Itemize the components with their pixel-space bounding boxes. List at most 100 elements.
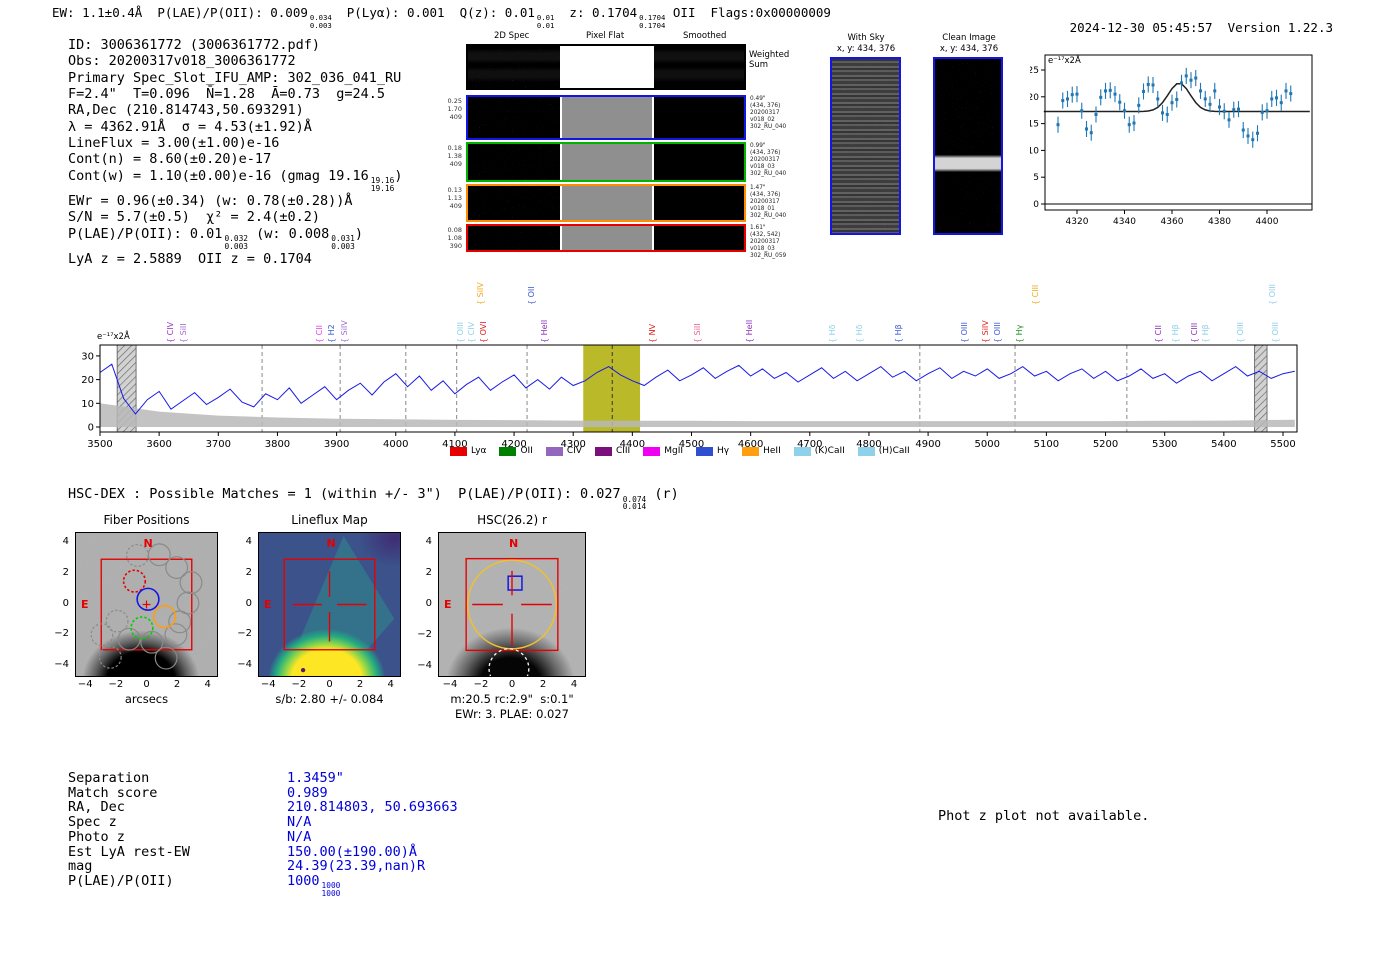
match-table: Separation 1.3459" Match score 0.989 RA, Dec… [68,771,458,898]
stacked-fraction: 0.032 0.003 [224,234,249,251]
data-point [1251,138,1255,142]
stacked-fraction: 0.034 0.003 [309,13,332,30]
legend-swatch [857,446,875,456]
data-point [1142,89,1145,93]
fiber-2d-image [468,144,560,180]
match-table-value: 1000 1000 1000 [287,872,341,899]
info-line: Obs: 20200317v018_3006361772 [68,53,402,69]
fiber-positions-panel: NE [75,532,218,677]
fiber-row-weights: 0.08 1.08 390 [447,226,462,250]
selected-fiber-circle [130,616,154,640]
data-point [1246,134,1250,138]
spec2d-weighted-row [466,44,746,90]
spectrum-line [99,363,1295,415]
stacked-fraction: 0.01 0.01 [536,13,555,30]
fiber-row-meta: 1.61" (432, 542) 20200317 v018_03 302_RU… [750,225,787,259]
fiber-pixelflat-image [562,186,652,220]
match-table-value: 0.989 [287,784,328,801]
fiber-circle [117,627,141,651]
fiber-row-weights: 0.13 1.13 409 [447,186,462,210]
cutout-title: HSC(26.2) r [477,513,547,527]
hsc-cutout-overlay [465,557,559,676]
x-tick-label: 5400 [1211,439,1236,450]
stacked-fraction: 19.16 19.16 [370,176,395,194]
data-point [1094,112,1098,116]
info-line: RA,Dec (210.814743,50.693291) [68,102,402,118]
x-tick-label: 5000 [975,439,1000,450]
fiber-smoothed-image [654,97,744,138]
data-point [1104,89,1107,93]
spec2d-fiber-row [466,95,746,140]
x-tick-label: 4360 [1161,217,1184,227]
stacked-fraction: 0.074 0.014 [622,494,647,512]
cutout-xtick: 0 [508,679,516,690]
cutout-ytick: 2 [425,566,432,578]
x-tick-label: 3700 [206,439,231,450]
legend-swatch [545,446,563,456]
data-point [1241,128,1245,132]
match-table-label: Photo z [68,828,125,845]
elixer-report-page: EW: 1.1±0.4Å P(LAE)/P(OII): 0.009 0.034 0.… [0,0,1400,953]
meta-spacer [1213,20,1228,35]
spec2d-header-pixelflat: Pixel Flat [586,31,625,41]
hsc-dex-line: HSC-DEX : Possible Matches = 1 (within +… [68,486,679,511]
legend-item: OII [499,446,533,456]
x-tick-label: 4400 [1256,217,1279,227]
x-tick-label: 4340 [1113,217,1136,227]
fiber-row-meta: 1.47" (434, 376) 20200317 v018_01 302_RU… [750,185,787,219]
cutout-ytick: 2 [245,566,252,578]
info-line: S/N = 5.7(±0.5) χ² = 2.4(±0.2) [68,209,402,225]
match-table-value: 150.00(±190.00)Å [287,843,418,860]
text-token: ID: 3006361772 (3006361772.pdf) [68,37,320,53]
cutout-ytick: −4 [54,658,69,670]
cutout-xtick: −4 [77,679,93,690]
compass-east: E [444,597,452,611]
spectrum-legend: Lyα OII CIV CIII MgII Hγ HeII (K)CaII (H)CaII [450,446,910,456]
text-token: ) [394,167,403,184]
data-point [1080,109,1084,113]
x-tick-label: 5500 [1270,439,1295,450]
line-fit-chart: 4320 4340 4360 4380 4400 0 5 10 15 20 25 [1030,54,1313,227]
fiber-smoothed-image [654,144,744,180]
data-point [1284,89,1288,93]
cutout-caption: EWr: 3. PLAE: 0.027 [455,707,569,721]
y-tick-label: 5 [1033,173,1039,183]
fiber-pixelflat-image [562,144,652,180]
emission-line-label: { OIII [1268,283,1278,305]
x-tick-label: 3800 [265,439,290,450]
with-sky-coords: x, y: 434, 376 [836,44,896,54]
data-point [1194,76,1198,80]
fiber-row-meta: 0.49" (434, 376) 20200317 v018_02 302_RU… [750,96,787,130]
info-line: F=2.4" T=0.096 N̄=1.28 Ā=0.73 g=24.5 [68,86,402,102]
highlight-band [583,345,641,432]
legend-label: MgII [664,446,684,456]
legend-swatch [742,446,760,456]
x-tick-label: 4380 [1208,217,1231,227]
spec2d-fiber-row [466,184,746,222]
legend-item: CIII [594,446,630,456]
legend-label: OII [520,446,533,456]
hsc-cutout-panel: NE [438,532,586,677]
data-point [1089,131,1093,135]
stacked-fraction: 0.1704 0.1704 [639,13,666,30]
data-point [1270,97,1274,101]
cutout-xtick: −2 [473,679,489,690]
fiber-positions-overlay [90,543,203,670]
y-tick-label: 10 [81,399,94,410]
match-table-label: Est LyA rest-EW [68,843,190,860]
cutout-ytick: 4 [245,536,252,548]
stacked-fraction: 0.031 0.003 [331,234,355,251]
summary-header-line: EW: 1.1±0.4Å P(LAE)/P(OII): 0.009 0.034 0.… [52,5,831,29]
fiber-circle [165,556,189,579]
text-token: Obs: 20200317v018_3006361772 [68,53,296,70]
data-point [1237,107,1240,111]
cutout-xtick: 0 [326,679,333,690]
cutout-xtick: 0 [143,679,150,690]
legend-label: CIV [566,446,582,456]
cutout-xlabel: arcsecs [124,692,169,706]
fiber-2d-image [468,97,560,138]
text-token: Cont(n) = 8.60(±0.20)e-17 [68,151,272,168]
info-line: Primary Spec_Slot_IFU_AMP: 302_036_041_R… [68,70,402,86]
legend-swatch [450,446,467,456]
fiber-circle [168,610,192,634]
